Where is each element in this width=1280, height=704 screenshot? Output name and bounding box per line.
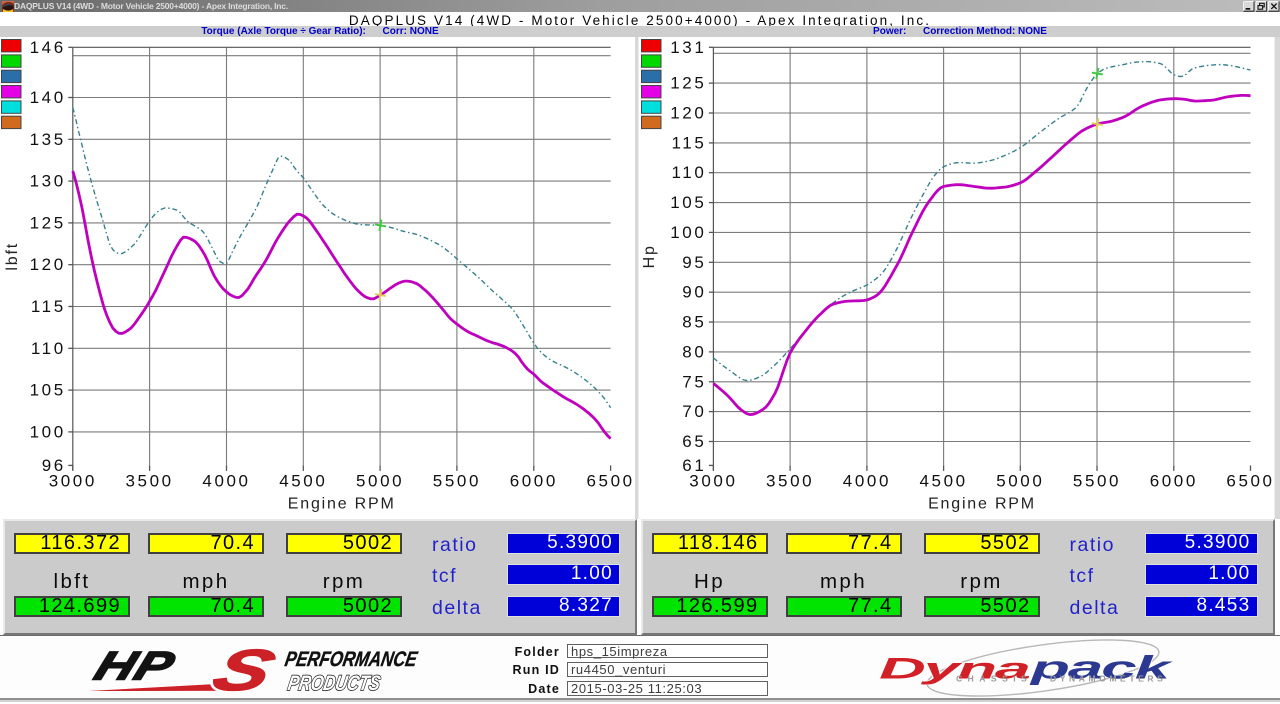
svg-text:HP: HP bbox=[89, 644, 182, 689]
svg-text:3000: 3000 bbox=[49, 471, 97, 490]
svg-text:140: 140 bbox=[30, 88, 66, 107]
svg-text:Hp: Hp bbox=[641, 244, 658, 268]
svg-text:DYNAMOMETERS: DYNAMOMETERS bbox=[1050, 674, 1166, 684]
svg-text:146: 146 bbox=[30, 38, 66, 57]
svg-text:5500: 5500 bbox=[1073, 471, 1121, 490]
svg-text:115: 115 bbox=[31, 297, 66, 316]
svg-text:S: S bbox=[204, 638, 283, 702]
svg-text:4500: 4500 bbox=[279, 471, 327, 490]
svg-text:125: 125 bbox=[30, 213, 66, 232]
svg-text:85: 85 bbox=[682, 313, 706, 332]
svg-text:3500: 3500 bbox=[766, 471, 814, 490]
svg-text:Engine RPM: Engine RPM bbox=[928, 495, 1036, 512]
svg-text:Engine RPM: Engine RPM bbox=[288, 495, 396, 512]
svg-text:4000: 4000 bbox=[202, 471, 250, 490]
svg-text:100: 100 bbox=[30, 422, 66, 441]
svg-text:130: 130 bbox=[30, 172, 66, 191]
svg-text:70: 70 bbox=[682, 402, 706, 421]
svg-text:115: 115 bbox=[671, 133, 706, 152]
svg-text:90: 90 bbox=[682, 283, 706, 302]
svg-text:110: 110 bbox=[671, 163, 706, 182]
svg-text:80: 80 bbox=[682, 342, 706, 361]
svg-text:5000: 5000 bbox=[996, 471, 1044, 490]
svg-text:105: 105 bbox=[670, 193, 706, 212]
svg-text:PERFORMANCE: PERFORMANCE bbox=[283, 649, 420, 672]
svg-text:105: 105 bbox=[30, 381, 66, 400]
svg-text:110: 110 bbox=[31, 339, 66, 358]
svg-text:131: 131 bbox=[670, 38, 706, 57]
svg-text:PRODUCTS: PRODUCTS bbox=[286, 672, 382, 695]
svg-text:6500: 6500 bbox=[586, 471, 634, 490]
svg-text:6000: 6000 bbox=[1150, 471, 1198, 490]
svg-text:125: 125 bbox=[670, 74, 706, 93]
svg-text:95: 95 bbox=[682, 253, 706, 272]
svg-text:lbft: lbft bbox=[4, 242, 21, 271]
svg-text:6500: 6500 bbox=[1226, 471, 1274, 490]
svg-text:75: 75 bbox=[682, 372, 706, 391]
svg-text:100: 100 bbox=[670, 223, 706, 242]
svg-text:135: 135 bbox=[30, 130, 66, 149]
svg-text:65: 65 bbox=[682, 432, 706, 451]
svg-text:3000: 3000 bbox=[689, 471, 737, 490]
svg-text:6000: 6000 bbox=[510, 471, 558, 490]
svg-text:CHASSIS: CHASSIS bbox=[956, 674, 1032, 684]
svg-text:5500: 5500 bbox=[433, 471, 481, 490]
svg-text:4000: 4000 bbox=[843, 471, 891, 490]
svg-text:4500: 4500 bbox=[919, 471, 967, 490]
svg-text:3500: 3500 bbox=[125, 471, 173, 490]
svg-text:5000: 5000 bbox=[356, 471, 404, 490]
svg-text:120: 120 bbox=[30, 255, 66, 274]
svg-text:120: 120 bbox=[670, 104, 706, 123]
